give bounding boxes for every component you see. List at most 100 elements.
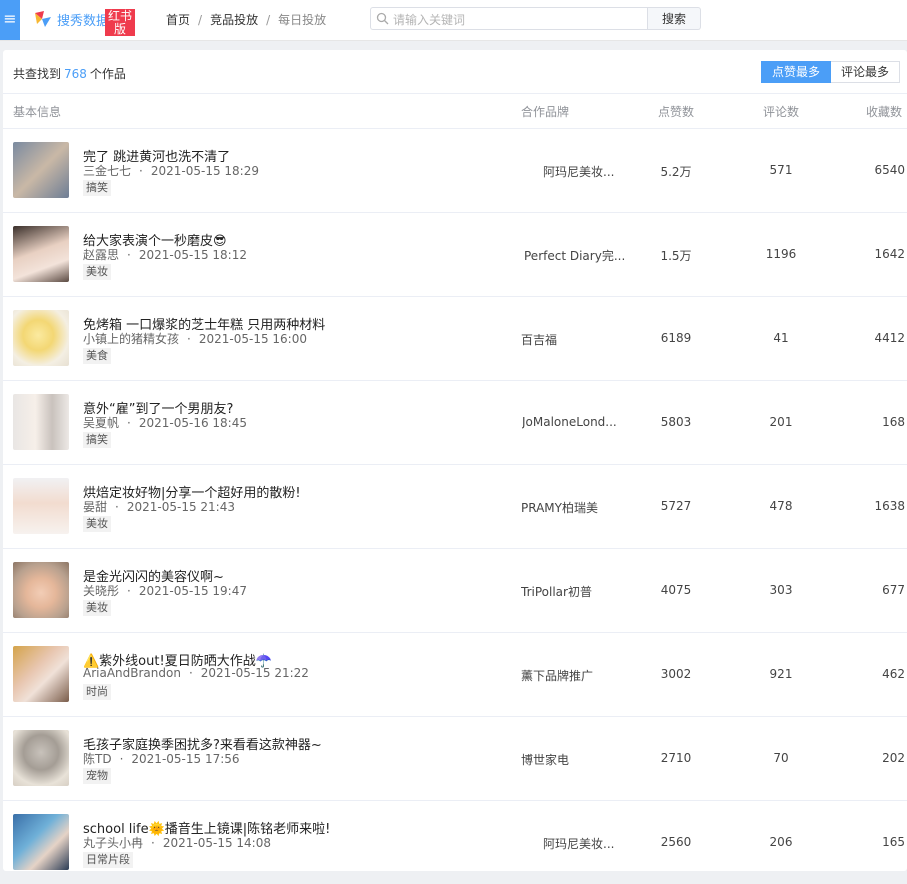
post-meta: 陈TD · 2021-05-15 17:56 — [83, 750, 240, 767]
post-category-tag: 美妆 — [83, 516, 111, 532]
table-row[interactable]: 免烤箱 一口爆浆的芝士年糕 只用两种材料 小镇上的猪精女孩 · 2021-05-15… — [3, 296, 907, 380]
post-meta: 三金七七 · 2021-05-15 18:29 — [83, 162, 259, 179]
post-category-tag: 日常片段 — [83, 852, 133, 868]
breadcrumb-separator: / — [266, 13, 271, 27]
meta-separator: · — [151, 836, 155, 850]
hamburger-menu-icon[interactable]: ≡ — [0, 0, 20, 38]
post-author[interactable]: 丸子头小冉 — [83, 836, 143, 850]
post-thumbnail[interactable] — [13, 814, 69, 870]
post-date: 2021-05-15 21:43 — [126, 500, 235, 514]
post-meta: 丸子头小冉 · 2021-05-15 14:08 — [83, 834, 271, 851]
favorites-count: 1638 — [874, 499, 905, 513]
post-category-tag: 美食 — [83, 348, 111, 364]
column-header-comments[interactable]: 评论数 — [763, 103, 799, 120]
post-author[interactable]: 小镇上的猪精女孩 — [83, 332, 179, 346]
meta-separator: · — [127, 584, 131, 598]
table-row[interactable]: ⚠️紫外线out!夏日防晒大作战☂️ AriaAndBrandon · 2021-0… — [3, 632, 907, 716]
sort-most-comments-button[interactable]: 评论最多 — [831, 61, 901, 83]
search-icon — [376, 12, 389, 25]
favorites-count: 6540 — [874, 163, 905, 177]
table-row[interactable]: school life🌞播音生上镜课|陈铭老师来啦! 丸子头小冉 · 2021-05… — [3, 800, 907, 884]
sort-most-likes-button[interactable]: 点赞最多 — [761, 61, 832, 83]
post-thumbnail[interactable] — [13, 226, 69, 282]
favorites-count: 4412 — [874, 331, 905, 345]
column-header-likes[interactable]: 点赞数 — [658, 103, 694, 120]
brand-name: 百吉福 — [521, 333, 558, 347]
results-panel: 共查找到 768 个作品 点赞最多 评论最多 基本信息 合作品牌 点赞数 评论数 收… — [3, 50, 907, 871]
post-thumbnail[interactable] — [13, 310, 69, 366]
post-thumbnail[interactable] — [13, 562, 69, 618]
meta-separator: · — [188, 666, 193, 680]
breadcrumb-home[interactable]: 首页 — [166, 13, 190, 27]
result-count-number: 768 — [64, 67, 87, 81]
comments-count: 206 — [769, 835, 793, 849]
column-header-basic-info: 基本信息 — [13, 105, 62, 119]
post-thumbnail[interactable] — [13, 142, 69, 198]
likes-count: 5727 — [660, 499, 692, 513]
likes-count: 3002 — [660, 667, 692, 681]
post-author[interactable]: 吴夏帆 — [83, 416, 119, 430]
post-author[interactable]: AriaAndBrandon — [83, 666, 181, 680]
result-count-prefix: 共查找到 — [13, 67, 62, 81]
logo-text: 搜秀数据 — [57, 14, 109, 29]
table-row[interactable]: 意外“雇”到了一个男朋友? 吴夏帆 · 2021-05-16 18:45 搞笑 Jo… — [3, 380, 907, 464]
table-row[interactable]: 完了 跳进黄河也洗不清了 三金七七 · 2021-05-15 18:29 搞笑 阿玛… — [3, 128, 907, 212]
meta-separator: · — [127, 416, 131, 430]
post-author[interactable]: 晏甜 — [83, 500, 107, 514]
likes-count: 6189 — [660, 331, 692, 345]
comments-count: 478 — [769, 499, 793, 513]
post-date: 2021-05-15 17:56 — [131, 752, 240, 766]
search-button[interactable]: 搜索 — [648, 7, 701, 30]
post-thumbnail[interactable] — [13, 478, 69, 534]
likes-count: 5803 — [660, 415, 692, 429]
column-header-brand: 合作品牌 — [521, 105, 570, 119]
post-thumbnail[interactable] — [13, 646, 69, 702]
top-bar: ≡ 搜秀数据 红书版 首页 / 竞品投放 / 每日投放 搜索 — [0, 0, 907, 41]
platform-badge: 红书版 — [105, 9, 135, 36]
favorites-count: 677 — [882, 583, 905, 597]
favorites-count: 165 — [882, 835, 905, 849]
brand-name: Perfect Diary完... — [524, 249, 626, 263]
brand-name: 阿玛尼美妆... — [543, 165, 615, 179]
post-meta: AriaAndBrandon · 2021-05-15 21:22 — [83, 666, 309, 680]
table-row[interactable]: 是金光闪闪的美容仪啊~ 关晓彤 · 2021-05-15 19:47 美妆 TriP… — [3, 548, 907, 632]
meta-separator: · — [139, 164, 143, 178]
post-thumbnail[interactable] — [13, 730, 69, 786]
meta-separator: · — [115, 500, 119, 514]
post-meta: 吴夏帆 · 2021-05-16 18:45 — [83, 414, 247, 431]
post-category-tag: 宠物 — [83, 768, 111, 784]
breadcrumb-competitor[interactable]: 竞品投放 — [210, 13, 258, 27]
post-category-tag: 搞笑 — [83, 432, 111, 448]
post-meta: 关晓彤 · 2021-05-15 19:47 — [83, 582, 247, 599]
meta-separator: · — [187, 332, 191, 346]
brand-name: PRAMY柏瑞美 — [521, 501, 598, 515]
divider — [3, 93, 907, 94]
brand-name: 阿玛尼美妆... — [543, 837, 615, 851]
favorites-count: 202 — [882, 751, 905, 765]
post-thumbnail[interactable] — [13, 394, 69, 450]
post-author[interactable]: 三金七七 — [83, 164, 131, 178]
post-date: 2021-05-15 21:22 — [200, 666, 309, 680]
favorites-count: 462 — [882, 667, 905, 681]
column-header-favorites[interactable]: 收藏数 — [866, 103, 902, 120]
breadcrumb-current: 每日投放 — [278, 13, 327, 27]
likes-count: 2560 — [660, 835, 692, 849]
post-date: 2021-05-15 16:00 — [198, 332, 307, 346]
result-count-suffix: 个作品 — [89, 67, 126, 81]
breadcrumb-separator: / — [198, 13, 203, 27]
table-row[interactable]: 给大家表演个一秒磨皮😎 赵露思 · 2021-05-15 18:12 美妆 Perf… — [3, 212, 907, 296]
brand-name: 博世家电 — [521, 753, 570, 767]
search-input[interactable] — [391, 10, 645, 29]
post-author[interactable]: 赵露思 — [83, 248, 119, 262]
table-row[interactable]: 毛孩子家庭换季困扰多?来看看这款神器~ 陈TD · 2021-05-15 17:56… — [3, 716, 907, 800]
post-category-tag: 时尚 — [83, 684, 111, 700]
comments-count: 201 — [769, 415, 793, 429]
logo-icon — [35, 11, 51, 27]
post-author[interactable]: 陈TD — [83, 752, 112, 766]
comments-count: 921 — [769, 667, 793, 681]
table-row[interactable]: 烘焙定妆好物|分享一个超好用的散粉! 晏甜 · 2021-05-15 21:43 美… — [3, 464, 907, 548]
post-author[interactable]: 关晓彤 — [83, 584, 119, 598]
likes-count: 5.2万 — [660, 165, 692, 179]
post-date: 2021-05-15 18:12 — [138, 248, 247, 262]
comments-count: 303 — [769, 583, 793, 597]
